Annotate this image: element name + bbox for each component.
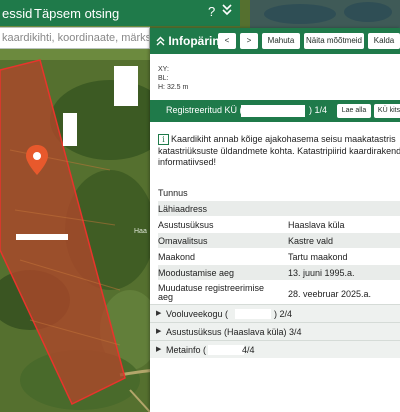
search-input[interactable]: kaardikihti, koordinaate, märksõna, tunn… — [0, 27, 150, 49]
table-row: Lähiaadress — [158, 201, 400, 216]
section-metainfo[interactable]: ▶ Metainfo ( 4/4 — [150, 340, 400, 358]
info-notice: i Kaardikiht annab kõige ajakohasema seis… — [158, 134, 400, 167]
table-row: Moodustamise aeg 13. juuni 1995.a. — [158, 265, 400, 280]
map-road-label: Haa — [134, 228, 147, 235]
redacted-mark — [63, 113, 77, 146]
show-dimensions-button[interactable]: Näita mõõtmeid — [304, 33, 364, 49]
parcel-limits-button[interactable]: KÜ kits — [374, 104, 400, 118]
result-count: ) 1/4 — [309, 105, 328, 115]
nav-link-advanced-search[interactable]: Täpsem otsing — [34, 6, 119, 21]
collapse-chevron-icon[interactable] — [222, 3, 232, 20]
table-row: Asustusüksus Haaslava küla — [158, 220, 345, 230]
table-row: Muudatuse registreerimise aeg 28. veebrua… — [158, 283, 372, 302]
expand-arrow-icon: ▶ — [156, 346, 162, 353]
panel-title: Infopäring — [156, 34, 227, 48]
map-pin-icon[interactable] — [25, 144, 49, 176]
nav-link-layers[interactable]: essid — [2, 6, 32, 21]
collapse-up-icon — [156, 36, 165, 46]
result-title: Registreeritud KÜ ( — [166, 105, 243, 115]
coord-bl: BL: — [158, 75, 169, 82]
redacted-id — [208, 345, 244, 355]
redacted-id — [241, 105, 305, 117]
coord-xy: XY: — [158, 66, 169, 73]
expand-arrow-icon: ▶ — [156, 310, 162, 317]
info-query-panel: Infopäring < > Mahuta Näita mõõtmeid Kal… — [150, 28, 400, 412]
slope-button[interactable]: Kalda — [368, 33, 400, 49]
table-row: Tunnus — [158, 188, 188, 198]
redacted-mark — [16, 234, 68, 240]
panel-header: Infopäring < > Mahuta Näita mõõtmeid Kal… — [150, 28, 400, 54]
table-row: Maakond Tartu maakond — [158, 252, 348, 262]
fit-button[interactable]: Mahuta — [262, 33, 300, 49]
coordinates-readout: XY: BL: H: 32.5 m — [158, 65, 188, 92]
section-settlement[interactable]: ▶ Asustusüksus (Haaslava küla) 3/4 — [150, 322, 400, 340]
next-button[interactable]: > — [240, 33, 258, 49]
top-nav-bar: essid Täpsem otsing ? — [0, 0, 240, 26]
coord-height: H: 32.5 m — [158, 84, 189, 91]
download-button[interactable]: Lae alla — [337, 104, 371, 118]
info-icon: i — [158, 134, 169, 145]
prev-button[interactable]: < — [218, 33, 236, 49]
redacted-id — [235, 309, 271, 319]
table-row: Omavalitsus Kastre vald — [158, 233, 400, 248]
help-icon[interactable]: ? — [208, 4, 215, 19]
result-header-bar: Registreeritud KÜ ( ) 1/4 Lae alla KÜ ki… — [150, 100, 400, 122]
redacted-mark — [114, 66, 138, 106]
expand-arrow-icon: ▶ — [156, 328, 162, 335]
section-watercourse[interactable]: ▶ Vooluveekogu ( ) 2/4 — [150, 304, 400, 322]
